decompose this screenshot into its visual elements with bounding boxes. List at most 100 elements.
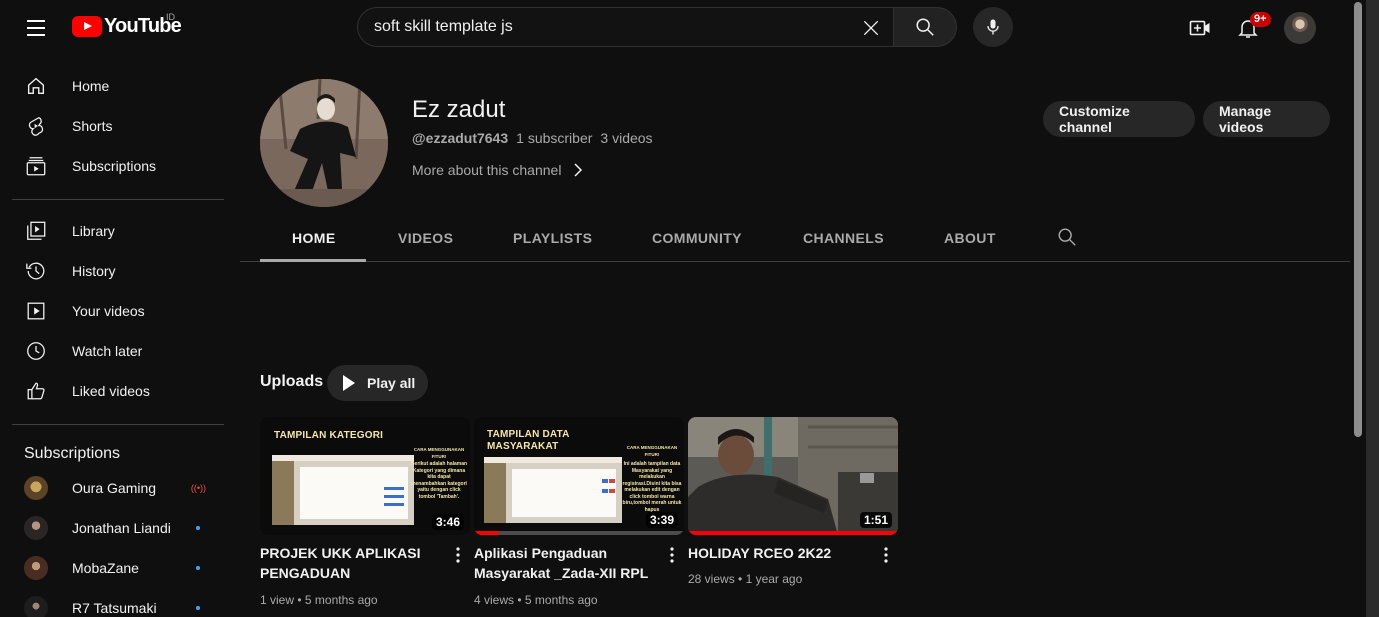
thumbnail-screenshot: [272, 455, 414, 525]
sidebar-item-label: Liked videos: [72, 383, 150, 399]
watch-progress-track: [474, 531, 684, 535]
tab-channels[interactable]: CHANNELS: [803, 214, 884, 262]
video-title[interactable]: Aplikasi Pengaduan Masyarakat _Zada-XII …: [474, 543, 664, 583]
chevron-right-icon: [574, 163, 583, 177]
thumbnail-heading: TAMPILAN DATA MASYARAKAT: [487, 429, 570, 452]
more-actions-icon[interactable]: [446, 543, 470, 567]
menu-icon[interactable]: [20, 14, 52, 42]
more-actions-icon[interactable]: [660, 543, 684, 567]
channel-tabs: HOME VIDEOS PLAYLISTS COMMUNITY CHANNELS…: [240, 214, 1350, 262]
sidebar-item-your-videos[interactable]: Your videos: [12, 291, 224, 331]
new-content-dot: [196, 526, 200, 530]
subscription-item-oura-gaming[interactable]: Oura Gaming ((•)): [12, 468, 224, 508]
subscription-item-jonathan-liandi[interactable]: Jonathan Liandi: [12, 508, 224, 548]
youtube-play-icon: [72, 16, 102, 37]
tab-home[interactable]: HOME: [292, 214, 336, 262]
video-thumbnail[interactable]: 1:51: [688, 417, 898, 535]
search-button[interactable]: [893, 7, 957, 47]
create-button[interactable]: [1180, 8, 1220, 48]
avatar: [24, 596, 48, 617]
channel-search-icon[interactable]: [1056, 226, 1078, 253]
play-all-button[interactable]: Play all: [327, 365, 428, 401]
live-icon: ((•)): [190, 483, 206, 493]
watch-progress-bar: [474, 531, 500, 535]
sidebar-item-watch-later[interactable]: Watch later: [12, 331, 224, 371]
clear-search-icon[interactable]: [855, 12, 887, 44]
channel-handle: @ezzadut7643: [412, 130, 509, 146]
customize-channel-button[interactable]: Customize channel: [1043, 101, 1195, 137]
active-tab-indicator: [260, 259, 366, 262]
sidebar-item-shorts[interactable]: Shorts: [12, 106, 224, 146]
video-meta: 1 view • 5 months ago: [260, 593, 378, 607]
subscription-label: R7 Tatsumaki: [72, 600, 157, 616]
search-box: [357, 7, 893, 47]
watch-progress-bar: [688, 531, 898, 535]
video-card: TAMPILAN KATEGORI CARA MENGGUNAKAN FITUR…: [260, 417, 470, 607]
sidebar-item-liked-videos[interactable]: Liked videos: [12, 371, 224, 411]
top-right-actions: 9+: [1180, 8, 1316, 48]
subscription-item-r7-tatsumaki[interactable]: R7 Tatsumaki: [12, 588, 224, 617]
video-age: 1 year ago: [745, 572, 803, 586]
channel-name: Ez zadut: [412, 96, 506, 123]
uploads-heading: Uploads: [260, 373, 324, 390]
channel-avatar[interactable]: [260, 79, 388, 207]
more-about-channel-link[interactable]: More about this channel: [412, 162, 583, 178]
tab-about[interactable]: ABOUT: [944, 214, 996, 262]
play-all-label: Play all: [367, 375, 416, 391]
subscriptions-icon: [24, 154, 48, 178]
search-icon: [916, 18, 934, 36]
thumbnail-screenshot: [484, 457, 622, 523]
more-actions-icon[interactable]: [874, 543, 898, 567]
avatar: [24, 476, 48, 500]
home-icon: [24, 74, 48, 98]
subscription-label: MobaZane: [72, 560, 139, 576]
play-icon: [343, 375, 355, 391]
tab-community[interactable]: COMMUNITY: [652, 214, 742, 262]
video-meta: 28 views • 1 year ago: [688, 572, 803, 586]
sidebar-item-label: History: [72, 263, 116, 279]
shorts-icon: [24, 114, 48, 138]
thumbnail-side-title: CARA MENGGUNAKAN FITUR!: [413, 447, 465, 459]
sidebar-divider: [12, 199, 224, 200]
video-count: 3 videos: [600, 130, 653, 146]
video-title[interactable]: PROJEK UKK APLIKASI PENGADUAN MASYARAKAT…: [260, 543, 450, 583]
manage-videos-button[interactable]: Manage videos: [1203, 101, 1330, 137]
sidebar-item-home[interactable]: Home: [12, 66, 224, 106]
sidebar-item-library[interactable]: Library: [12, 211, 224, 251]
tab-videos[interactable]: VIDEOS: [398, 214, 453, 262]
page-scrollbar[interactable]: [1352, 0, 1366, 617]
country-code: ID: [166, 12, 175, 22]
sidebar-item-history[interactable]: History: [12, 251, 224, 291]
video-thumbnail[interactable]: TAMPILAN KATEGORI CARA MENGGUNAKAN FITUR…: [260, 417, 470, 535]
video-duration: 1:51: [859, 512, 892, 528]
avatar: [24, 516, 48, 540]
notifications-button[interactable]: 9+: [1228, 8, 1271, 48]
youtube-logo[interactable]: YouTube: [72, 15, 182, 38]
microphone-icon: [987, 19, 999, 35]
library-icon: [24, 219, 48, 243]
search-input[interactable]: [374, 18, 854, 36]
subscriber-count: 1 subscriber: [516, 130, 593, 146]
history-icon: [24, 259, 48, 283]
subscriptions-heading: Subscriptions: [24, 445, 121, 462]
video-card: TAMPILAN DATA MASYARAKAT CARA MENGGUNAKA…: [474, 417, 684, 607]
thumbnail-side-text: Ini adalah tampilan data Masyarakat yang…: [622, 461, 682, 513]
thumbnail-side-title: CARA MENGGUNAKAN FITUR!: [626, 445, 678, 457]
sidebar-item-subscriptions[interactable]: Subscriptions: [12, 146, 224, 186]
video-title[interactable]: HOLIDAY RCEO 2K22: [688, 543, 878, 563]
video-views: 28 views: [688, 572, 735, 586]
subscription-item-mobazane[interactable]: MobaZane: [12, 548, 224, 588]
sidebar-item-label: Subscriptions: [72, 158, 157, 174]
voice-search-button[interactable]: [973, 7, 1013, 47]
watch-later-icon: [24, 339, 48, 363]
video-thumbnail[interactable]: TAMPILAN DATA MASYARAKAT CARA MENGGUNAKA…: [474, 417, 684, 535]
subscription-label: Oura Gaming: [72, 480, 157, 496]
search-bar: [357, 7, 957, 47]
account-avatar[interactable]: [1284, 12, 1316, 44]
video-duration: 3:39: [645, 512, 678, 528]
tab-playlists[interactable]: PLAYLISTS: [513, 214, 592, 262]
create-video-icon: [1189, 20, 1210, 36]
scrollbar-thumb[interactable]: [1354, 2, 1362, 437]
sidebar-item-label: Watch later: [72, 343, 143, 359]
new-content-dot: [196, 606, 200, 610]
